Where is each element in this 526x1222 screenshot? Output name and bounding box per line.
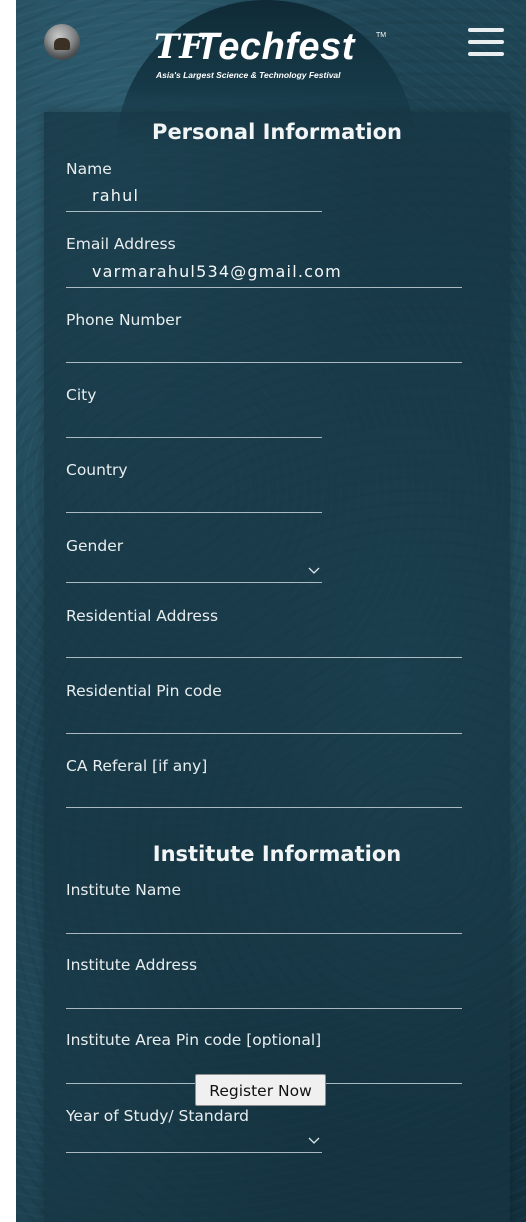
- residential-address-label: Residential Address: [66, 607, 219, 625]
- institute-information-heading: Institute Information: [152, 842, 402, 866]
- email-input-underline: [66, 287, 462, 288]
- registration-form: Personal Information Name rahul Email Ad…: [44, 112, 510, 1222]
- gender-select-underline: [66, 582, 322, 583]
- register-now-button[interactable]: Register Now: [195, 1074, 326, 1106]
- email-label: Email Address: [66, 235, 176, 253]
- city-input-underline: [66, 437, 322, 438]
- chevron-down-icon[interactable]: [308, 1137, 320, 1145]
- personal-information-heading: Personal Information: [152, 120, 402, 144]
- country-label: Country: [66, 461, 128, 479]
- institute-address-label: Institute Address: [66, 956, 198, 974]
- year-of-study-label: Year of Study/ Standard: [66, 1107, 250, 1125]
- country-input-underline: [66, 512, 322, 513]
- gender-label: Gender: [66, 537, 124, 555]
- chevron-down-icon[interactable]: [308, 567, 320, 575]
- logo-tagline: Asia's Largest Science & Technology Fest…: [156, 70, 341, 80]
- logo-text: Techfest: [196, 26, 355, 68]
- name-label: Name: [66, 160, 112, 178]
- phone-label: Phone Number: [66, 311, 182, 329]
- phone-input-underline: [66, 362, 462, 363]
- site-header: TF Techfest TM Asia's Largest Science & …: [16, 0, 526, 150]
- ca-referral-underline: [66, 807, 462, 808]
- ca-referral-label: CA Referal [if any]: [66, 757, 208, 775]
- residential-pin-label: Residential Pin code: [66, 682, 222, 700]
- city-label: City: [66, 386, 97, 404]
- menu-bar: [468, 52, 504, 56]
- institute-address-underline: [66, 1008, 462, 1009]
- residential-pin-underline: [66, 733, 462, 734]
- menu-bar: [468, 28, 504, 32]
- name-input-underline: [66, 211, 322, 212]
- institute-name-underline: [66, 933, 462, 934]
- user-avatar-icon[interactable]: [44, 24, 80, 60]
- app-screen: TF Techfest TM Asia's Largest Science & …: [16, 0, 526, 1222]
- year-of-study-underline: [66, 1152, 322, 1153]
- hamburger-menu-icon[interactable]: [464, 26, 508, 60]
- residential-address-underline: [66, 657, 462, 658]
- logo-trademark: TM: [376, 32, 387, 39]
- name-input[interactable]: rahul: [92, 186, 139, 206]
- email-input[interactable]: varmarahul534@gmail.com: [92, 262, 342, 282]
- techfest-logo[interactable]: TF Techfest TM Asia's Largest Science & …: [144, 26, 404, 86]
- institute-pin-label: Institute Area Pin code [optional]: [66, 1031, 322, 1049]
- institute-name-label: Institute Name: [66, 881, 182, 899]
- menu-bar: [468, 40, 504, 44]
